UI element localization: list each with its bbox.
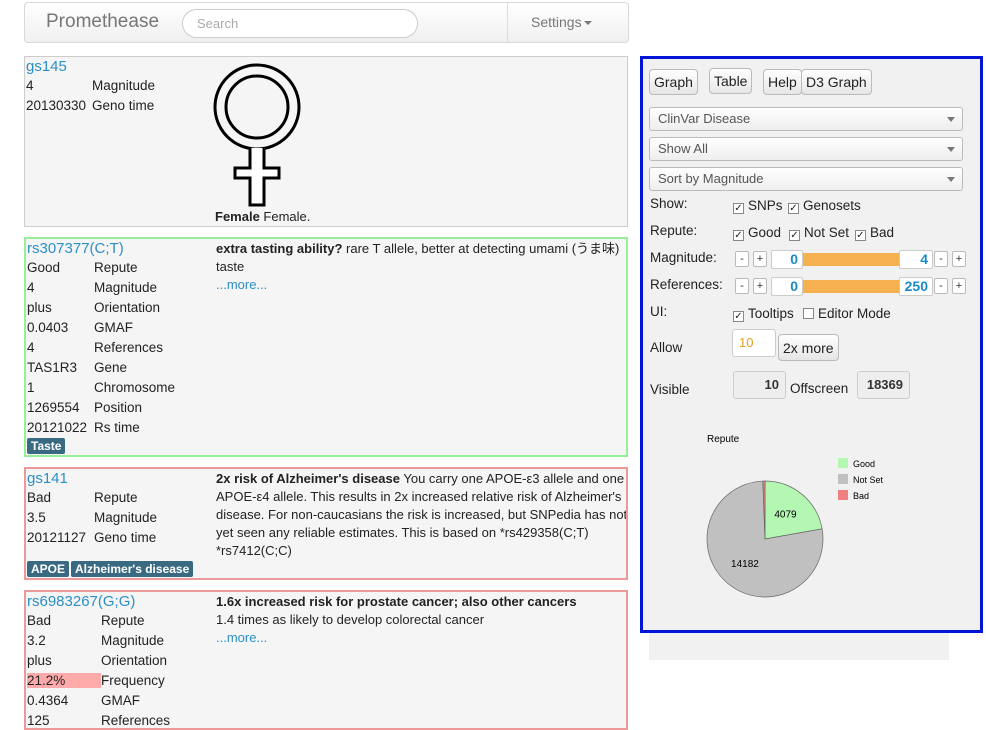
card-title-link[interactable]: rs6983267(G;G) [27,593,135,610]
pie-slice-label: 4079 [774,510,797,521]
tag-list: Taste [27,438,67,454]
row-label: GMAF [94,320,133,335]
card-description: 2x risk of Alzheimer's disease You carry… [216,471,628,558]
card-row: 4 Magnitude [26,78,156,93]
row-label: GMAF [101,693,140,708]
row-value: 3.5 [27,510,46,525]
legend-label: Not Set [853,475,884,485]
legend-swatch [838,458,848,468]
search-input[interactable] [182,9,418,38]
female-symbol-icon [213,63,301,207]
card-description: extra tasting ability? rare T allele, be… [216,241,620,292]
row-label: Orientation [101,653,168,668]
row-label: Magnitude [94,510,158,525]
settings-menu[interactable]: Settings [531,14,592,30]
row-value: plus [27,300,52,315]
row-label: References [94,340,164,355]
card-row: 21.2% Frequency [27,673,165,688]
genoset-card-gs145: gs145 4 Magnitude 20130330 Geno time Femal… [24,56,628,227]
row-label: References [101,713,171,728]
row-value: 20121022 [27,420,88,435]
row-value: Bad [27,490,52,505]
navbar-divider [507,3,508,42]
row-label: Chromosome [94,380,176,395]
card-row: 1 Chromosome [27,380,175,395]
card-row: 0.0403 GMAF [27,320,133,335]
row-label: Frequency [101,673,165,688]
row-value: 0.4364 [27,693,69,708]
row-label: Repute [101,613,145,628]
card-title-link[interactable]: rs307377(C;T) [27,240,124,257]
card-row: 20130330 Geno time [26,98,155,113]
legend-label: Good [853,459,875,469]
row-label: Repute [94,490,138,505]
settings-label: Settings [531,14,582,30]
row-value: 3.2 [27,633,46,648]
row-value: Bad [27,613,52,628]
card-title-link[interactable]: gs145 [26,58,67,75]
row-label: Magnitude [94,280,158,295]
card-row: 20121022 Rs time [27,420,140,435]
legend-swatch [838,490,848,500]
card-row: 4 References [27,340,163,355]
card-title-link[interactable]: gs141 [27,470,68,487]
row-value: TAS1R3 [27,360,78,375]
legend-swatch [838,474,848,484]
row-value: plus [27,653,52,668]
snp-card-rs307377: rs307377(C;T) Good Repute 4 Magnitude plus Or… [24,237,628,457]
tag-badge[interactable]: Taste [27,438,66,454]
card-row: Bad Repute [27,613,145,628]
card-row: 0.4364 GMAF [27,693,140,708]
row-label: Magnitude [101,633,165,648]
row-value: 4 [27,280,35,295]
card-row: TAS1R3 Gene [27,360,127,375]
chevron-down-icon [583,21,592,26]
tag-badge[interactable]: APOE [27,561,70,577]
card-row: plus Orientation [27,653,167,668]
card-row: 3.2 Magnitude [27,633,164,648]
row-label: Position [94,400,143,415]
more-link[interactable]: ...more... [216,277,267,292]
legend-label: Bad [853,491,869,501]
genoset-card-gs141: gs141 Bad Repute 3.5 Magnitude 20121127 Geno … [24,467,628,580]
row-value: 4 [27,340,35,355]
card-row: Good Repute [27,260,138,275]
tag-badge[interactable]: Alzheimer's disease [71,561,194,577]
more-link[interactable]: ...more... [216,630,267,645]
repute-pie-chart: Repute 4079 14182 Good Not Set Bad [706,434,884,598]
row-label: Geno time [94,530,157,545]
brand-logo[interactable]: Promethease [46,11,159,33]
card-row: 1269554 Position [27,400,142,415]
row-value: Good [27,260,61,275]
row-value: 21.2% [27,673,101,688]
row-label: Orientation [94,300,161,315]
pie-slice-label: 14182 [731,559,759,570]
card-row: 20121127 Geno time [27,530,156,545]
image-caption: Female Female. [215,209,311,224]
card-row: Bad Repute [27,490,138,505]
row-label: Gene [94,360,128,375]
filter-panel: Graph Table Help D3 Graph ClinVar Diseas… [640,56,983,633]
tag-list: APOE Alzheimer's disease [27,561,195,577]
card-row: plus Orientation [27,300,160,315]
chart-title: Repute [707,434,740,445]
row-label: Rs time [94,420,140,435]
card-row: 3.5 Magnitude [27,510,157,525]
row-value: 1269554 [27,400,80,415]
snp-card-rs6983267: rs6983267(G;G) Bad Repute 3.2 Magnitude plus… [24,590,628,730]
row-value: 1 [27,380,35,395]
card-row: 4 Magnitude [27,280,157,295]
card-description: 1.6x increased risk for prostate cancer;… [216,594,577,645]
row-value: 20121127 [27,530,87,545]
navbar: Promethease Settings [24,2,629,43]
card-row: 125 References [27,713,170,728]
row-value: 125 [27,713,50,728]
row-label: Repute [94,260,138,275]
row-value: 0.0403 [27,320,69,335]
